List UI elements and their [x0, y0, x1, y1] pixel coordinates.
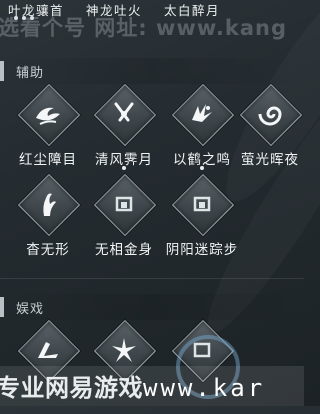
skill-name: 阴阳迷踪步 — [165, 242, 239, 258]
section-divider — [0, 278, 304, 279]
skill-qingfeng-jiyue[interactable]: 清风霁月 — [90, 83, 158, 178]
section-header-assist: 辅助 — [0, 58, 304, 84]
watermark-prefix: 专业网易游戏 — [0, 374, 143, 402]
kick-icon — [32, 334, 64, 366]
crossed-blades-icon — [108, 98, 140, 130]
ghost-leap-icon — [32, 188, 64, 220]
skill-name: 无相金身 — [95, 242, 153, 258]
skill-name: 清风霁月 — [95, 152, 153, 168]
swirl-blade-icon — [32, 98, 64, 130]
watermark-bottom: 专业网易游戏www.kar — [0, 368, 265, 403]
section-title: 娱戏 — [16, 302, 45, 317]
skill-wuxiang-jinshen[interactable]: 无相金身 — [90, 173, 158, 268]
locked-slot-icon — [186, 188, 218, 220]
status-dot — [122, 166, 126, 170]
star-burst-icon — [108, 334, 140, 366]
skill-name: 萤光晖夜 — [241, 152, 299, 168]
spiral-icon — [254, 98, 286, 130]
skill-name: 杳无形 — [26, 242, 70, 258]
section-header-entertainment: 娱戏 — [0, 294, 304, 320]
skill-yingguang-huiye[interactable]: 萤光晖夜 — [236, 83, 304, 178]
section-title: 辅助 — [16, 66, 45, 81]
watermark-url: www.kar — [143, 374, 266, 402]
skill-hongchen-zhangmu[interactable]: 红尘障目 — [14, 83, 82, 178]
skill-yao-wuxing[interactable]: 杳无形 — [14, 173, 82, 268]
skill-name: 红尘障目 — [19, 152, 77, 168]
status-dot — [200, 166, 204, 170]
crane-icon — [186, 98, 218, 130]
skill-yinyang-mizongbu[interactable]: 阴阳迷踪步 — [166, 173, 237, 268]
watermark-top: 选看个号 网址: www.kang — [0, 16, 287, 40]
skill-yihe-zhiming[interactable]: 以鹤之鸣 — [168, 83, 236, 178]
locked-slot-icon — [108, 188, 140, 220]
